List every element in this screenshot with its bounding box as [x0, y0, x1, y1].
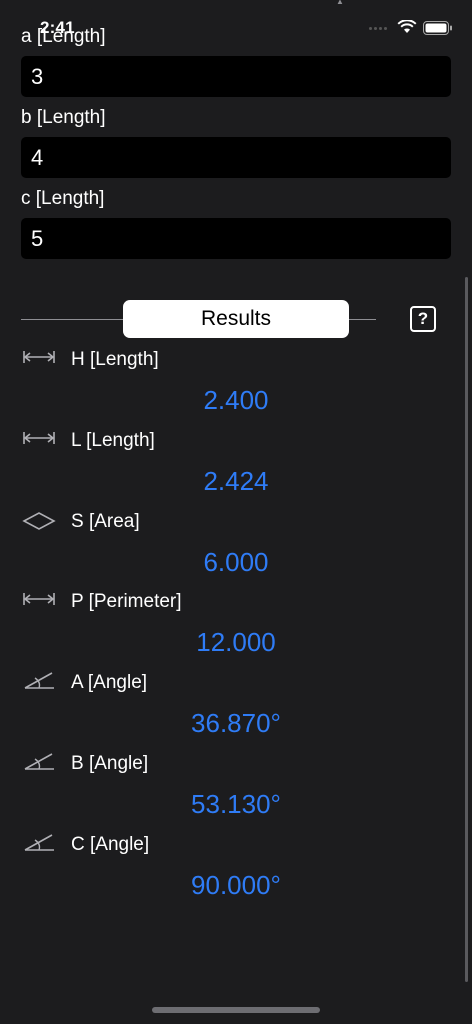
wifi-icon	[397, 20, 417, 33]
side-c-input[interactable]: 5	[21, 218, 451, 259]
angle-icon	[24, 834, 54, 851]
home-indicator[interactable]	[152, 1007, 320, 1013]
signal-dots-icon	[369, 27, 391, 31]
result-b-value: 53.130°	[191, 789, 281, 819]
results-divider-right	[349, 319, 376, 320]
result-h-label: H [Length]	[71, 349, 159, 370]
result-h-value: 2.400	[203, 385, 269, 415]
result-b-label: B [Angle]	[71, 753, 149, 774]
side-a-input[interactable]: 3	[21, 56, 451, 97]
side-b-label: b [Length]	[21, 107, 106, 128]
length-icon	[23, 351, 55, 363]
result-c-label: C [Angle]	[71, 834, 150, 855]
battery-icon	[423, 21, 452, 35]
angle-icon	[24, 672, 54, 689]
perimeter-icon	[23, 593, 55, 605]
side-b-input[interactable]: 4	[21, 137, 451, 178]
result-l-label: L [Length]	[71, 430, 155, 451]
result-p-value: 12.000	[196, 627, 276, 657]
results-header: Results	[123, 300, 349, 338]
side-a-label: a [Length]	[21, 26, 106, 47]
result-a-label: A [Angle]	[71, 672, 148, 693]
area-icon	[22, 512, 56, 530]
result-l-value: 2.424	[203, 466, 269, 496]
scroll-indicator[interactable]	[465, 277, 468, 982]
result-p-label: P [Perimeter]	[71, 591, 182, 612]
side-c-label: c [Length]	[21, 188, 105, 209]
angle-icon	[24, 753, 54, 770]
result-a-value: 36.870°	[191, 708, 281, 738]
result-c-value: 90.000°	[191, 870, 281, 900]
length-icon	[23, 432, 55, 444]
help-button[interactable]: ?	[410, 306, 436, 332]
results-divider-left	[21, 319, 124, 320]
result-s-value: 6.000	[203, 547, 269, 577]
notch-marker: ▲	[336, 0, 344, 6]
result-s-label: S [Area]	[71, 511, 140, 532]
